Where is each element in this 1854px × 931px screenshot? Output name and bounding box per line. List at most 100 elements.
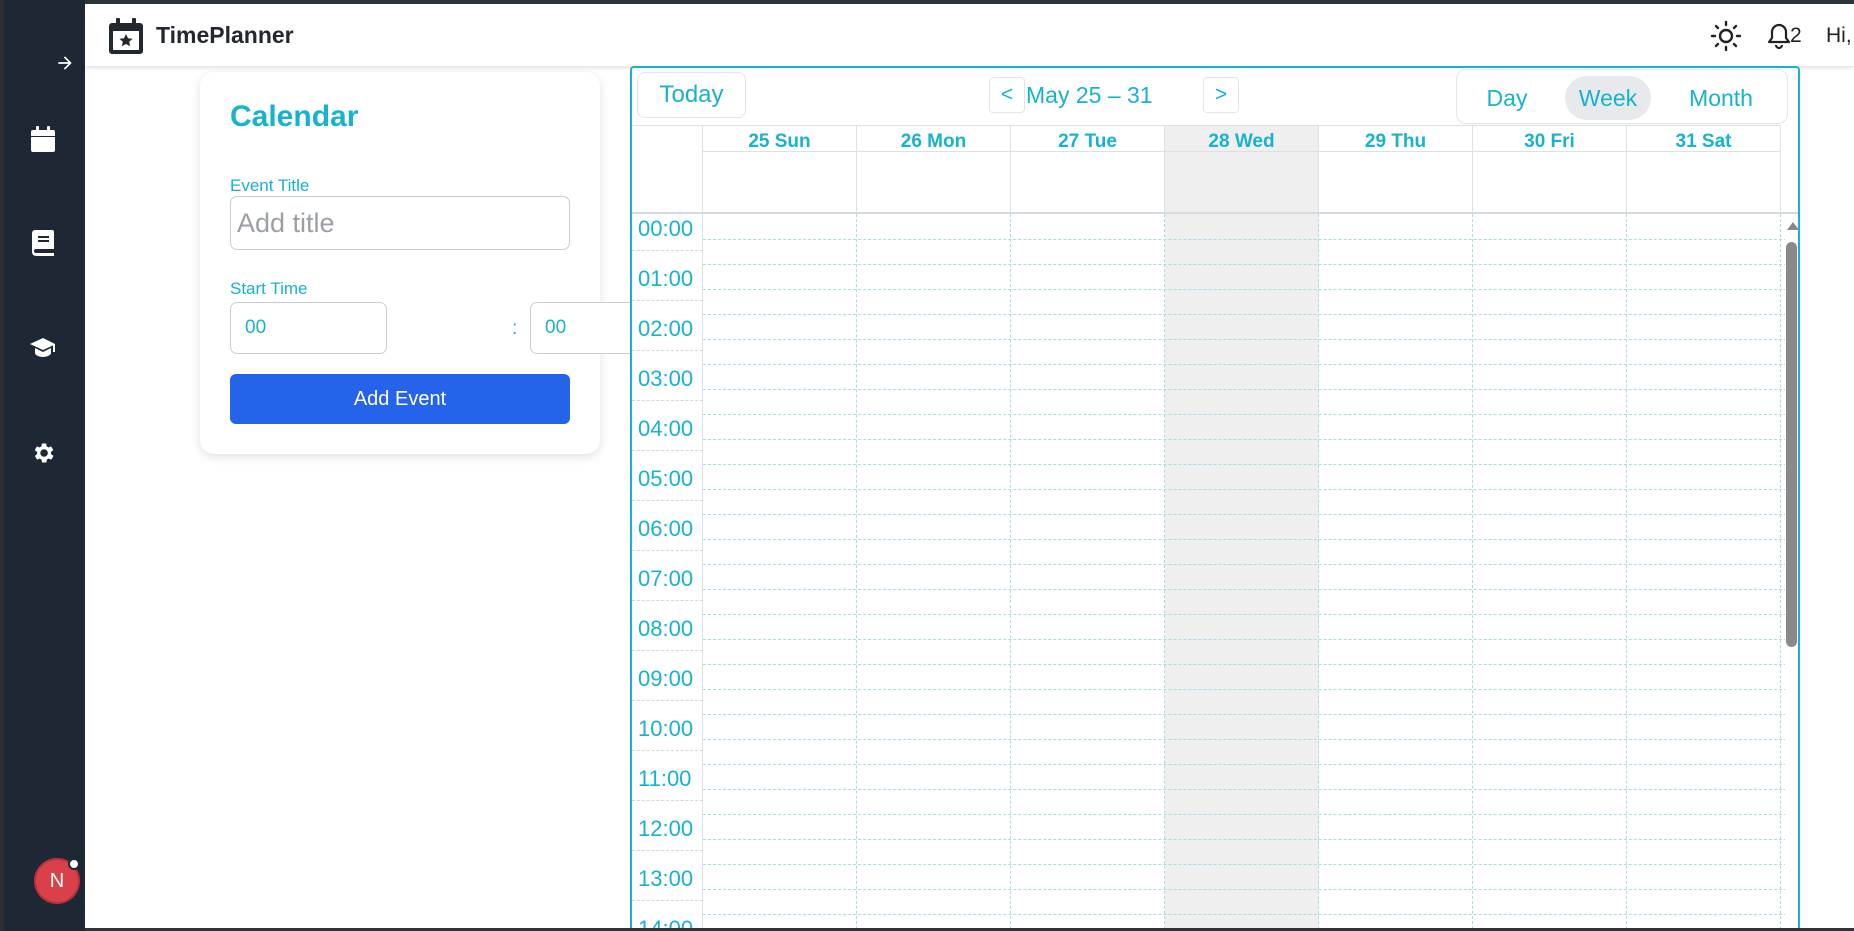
slot-line xyxy=(703,439,1798,440)
day-header[interactable]: 27 Tue xyxy=(1011,125,1165,212)
app-frame: N TimePlanner 2 Hi, Calendar Event Title… xyxy=(0,0,1854,931)
hour-label: 09:00 xyxy=(638,666,694,691)
today-button[interactable]: Today xyxy=(637,72,746,118)
slot-line xyxy=(703,664,1798,665)
day-header[interactable]: 26 Mon xyxy=(857,125,1011,212)
day-header-label: 31 Sat xyxy=(1675,131,1732,152)
day-header-label: 28 Wed xyxy=(1208,131,1275,152)
slot-line xyxy=(703,339,1798,340)
gutter-slot-line xyxy=(632,800,703,801)
scroll-up-arrow-icon[interactable] xyxy=(1787,222,1798,230)
slot-line xyxy=(703,614,1798,615)
all-day-slot[interactable] xyxy=(857,151,1010,212)
start-hour-input[interactable] xyxy=(230,302,387,354)
slot-line xyxy=(703,364,1798,365)
theme-toggle-sun-icon[interactable] xyxy=(1710,20,1742,52)
gutter-slot-line xyxy=(632,250,703,251)
all-day-slot[interactable] xyxy=(1319,151,1472,212)
slot-line xyxy=(703,239,1798,240)
gear-icon xyxy=(34,443,54,463)
view-month-button[interactable]: Month xyxy=(1675,76,1767,120)
slot-line xyxy=(703,839,1798,840)
day-header-label: 25 Sun xyxy=(748,131,811,152)
online-status-dot xyxy=(68,858,80,870)
slot-line xyxy=(703,889,1798,890)
header-gutter xyxy=(632,125,703,212)
notifications-bell-icon[interactable] xyxy=(1765,22,1793,50)
hour-label: 14:00 xyxy=(638,916,693,928)
week-calendar: Today < May 25 – 31 > Day Week Month 25 … xyxy=(630,66,1800,928)
day-header-label: 30 Fri xyxy=(1524,131,1575,152)
all-day-slot[interactable] xyxy=(703,151,856,212)
next-week-button[interactable]: > xyxy=(1203,77,1239,113)
day-column[interactable] xyxy=(1473,214,1627,928)
slot-line xyxy=(703,739,1798,740)
slot-line xyxy=(703,539,1798,540)
sidebar-item-book[interactable] xyxy=(22,222,64,264)
all-day-slot[interactable] xyxy=(1473,151,1626,212)
day-column[interactable] xyxy=(703,214,857,928)
event-form-card: Calendar Event Title Start Time : Add Ev… xyxy=(200,72,687,454)
slot-line xyxy=(703,464,1798,465)
gutter-slot-line xyxy=(632,400,703,401)
date-range-label: May 25 – 31 xyxy=(1026,82,1153,108)
hour-label: 11:00 xyxy=(638,766,692,791)
sidebar-item-calendar[interactable] xyxy=(22,118,64,160)
slot-line xyxy=(703,639,1798,640)
day-header[interactable]: 29 Thu xyxy=(1319,125,1473,212)
form-title: Calendar xyxy=(230,100,359,133)
slot-line xyxy=(703,489,1798,490)
time-grid[interactable]: 00:00 01:00 02:00 03:00 04:00 05:00 06:00 07:00… xyxy=(632,214,1798,928)
view-week-button[interactable]: Week xyxy=(1565,76,1651,120)
hour-label: 13:00 xyxy=(638,866,694,891)
add-event-button[interactable]: Add Event xyxy=(230,374,570,424)
day-header[interactable]: 28 Wed xyxy=(1165,125,1319,212)
view-day-button[interactable]: Day xyxy=(1475,76,1539,120)
book-icon xyxy=(32,230,54,256)
slot-line xyxy=(703,864,1798,865)
day-column[interactable] xyxy=(857,214,1011,928)
sidebar: N xyxy=(0,0,85,931)
slot-line xyxy=(703,789,1798,790)
hour-label: 00:00 xyxy=(638,216,694,241)
scrollbar-thumb[interactable] xyxy=(1786,242,1797,647)
user-greeting[interactable]: Hi, xyxy=(1826,24,1852,48)
gutter-slot-line xyxy=(632,900,703,901)
day-header-label: 26 Mon xyxy=(900,131,967,152)
day-column[interactable] xyxy=(1319,214,1473,928)
gutter-slot-line xyxy=(632,650,703,651)
sidebar-item-settings[interactable] xyxy=(22,432,64,474)
sidebar-item-education[interactable] xyxy=(22,327,64,369)
grid-scrollbar[interactable] xyxy=(1785,214,1798,928)
hour-label: 12:00 xyxy=(638,816,694,841)
slot-line xyxy=(703,714,1798,715)
hour-label: 07:00 xyxy=(638,566,694,591)
event-title-label: Event Title xyxy=(230,176,310,195)
gutter-slot-line xyxy=(632,450,703,451)
day-column[interactable] xyxy=(1011,214,1165,928)
slot-line xyxy=(703,514,1798,515)
slot-line xyxy=(703,389,1798,390)
gutter-slot-line xyxy=(632,750,703,751)
all-day-slot[interactable] xyxy=(1165,151,1318,212)
gutter-slot-line xyxy=(632,850,703,851)
day-header[interactable]: 25 Sun xyxy=(703,125,857,212)
arrow-right-icon xyxy=(58,56,72,70)
expand-sidebar-button[interactable] xyxy=(44,42,86,84)
slot-line xyxy=(703,764,1798,765)
day-header[interactable]: 31 Sat xyxy=(1627,125,1781,212)
hour-label: 01:00 xyxy=(638,266,694,291)
hour-label: 02:00 xyxy=(638,316,694,341)
hour-label: 08:00 xyxy=(638,616,694,641)
all-day-slot[interactable] xyxy=(1627,151,1780,212)
day-column[interactable] xyxy=(1627,214,1781,928)
calendar-star-icon xyxy=(109,18,143,54)
event-title-input[interactable] xyxy=(230,196,570,250)
hour-label: 05:00 xyxy=(638,466,694,491)
start-time-label: Start Time xyxy=(230,279,308,298)
prev-week-button[interactable]: < xyxy=(989,77,1025,113)
slot-line xyxy=(703,289,1798,290)
day-header[interactable]: 30 Fri xyxy=(1473,125,1627,212)
day-column[interactable] xyxy=(1165,214,1319,928)
all-day-slot[interactable] xyxy=(1011,151,1164,212)
